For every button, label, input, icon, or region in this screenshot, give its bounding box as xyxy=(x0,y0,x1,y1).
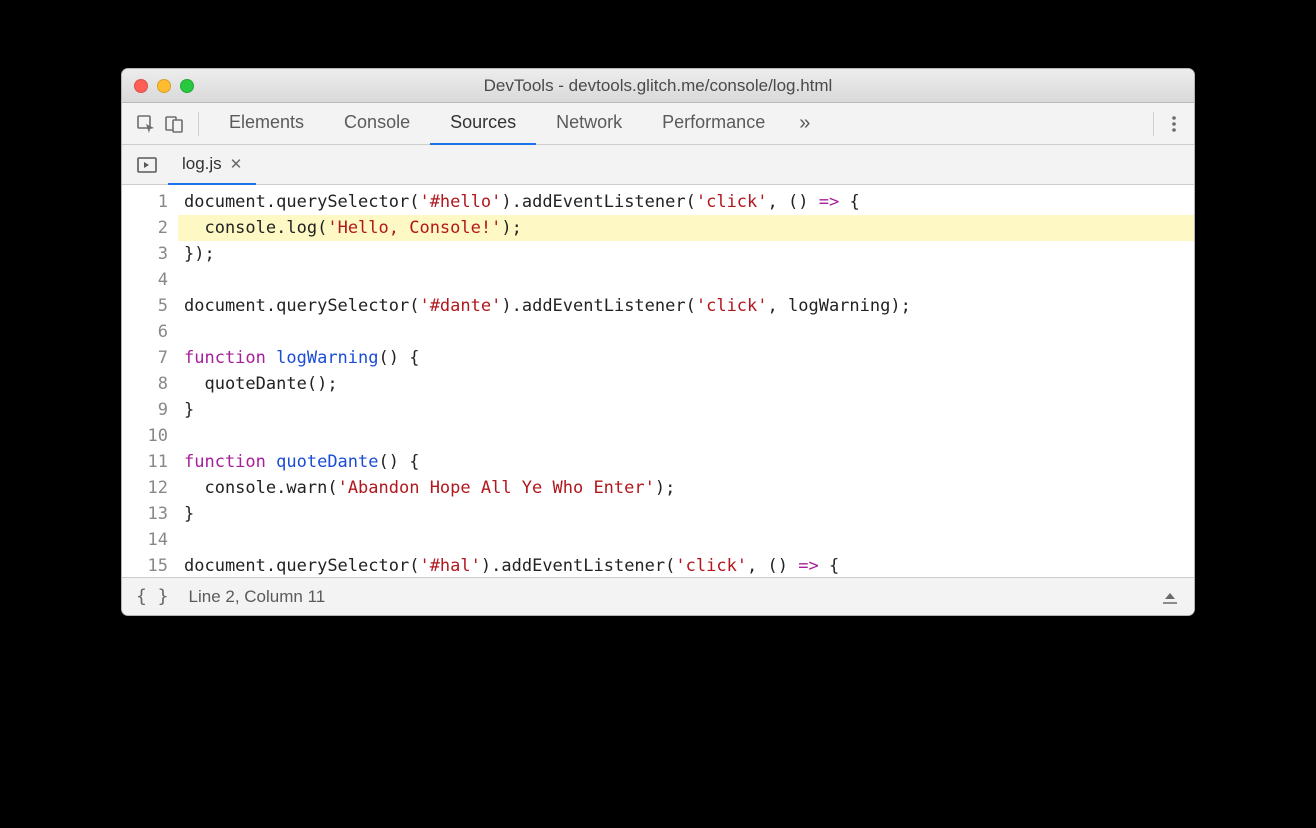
line-number[interactable]: 11 xyxy=(122,449,168,475)
code-line[interactable]: } xyxy=(178,501,1194,527)
code-line[interactable]: console.log('Hello, Console!'); xyxy=(178,215,1194,241)
line-number[interactable]: 4 xyxy=(122,267,168,293)
inspect-element-icon[interactable] xyxy=(132,110,160,138)
file-tab-label: log.js xyxy=(182,154,222,174)
cursor-position: Line 2, Column 11 xyxy=(189,587,326,607)
code-line[interactable]: function quoteDante() { xyxy=(178,449,1194,475)
minimize-window-button[interactable] xyxy=(157,79,171,93)
line-number[interactable]: 6 xyxy=(122,319,168,345)
line-number[interactable]: 14 xyxy=(122,527,168,553)
code-line[interactable] xyxy=(178,423,1194,449)
window-titlebar[interactable]: DevTools - devtools.glitch.me/console/lo… xyxy=(122,69,1194,103)
code-line[interactable]: document.querySelector('#hal').addEventL… xyxy=(178,553,1194,577)
line-number-gutter[interactable]: 123456789101112131415 xyxy=(122,185,178,577)
line-number[interactable]: 9 xyxy=(122,397,168,423)
settings-menu-button[interactable] xyxy=(1129,112,1184,136)
code-area[interactable]: document.querySelector('#hello').addEven… xyxy=(178,185,1194,577)
tab-sources[interactable]: Sources xyxy=(430,103,536,145)
window-controls xyxy=(134,79,194,93)
sources-tabbar: log.js ✕ xyxy=(122,145,1194,185)
file-tab-log-js[interactable]: log.js ✕ xyxy=(168,145,256,185)
device-toolbar-icon[interactable] xyxy=(160,110,188,138)
main-toolbar: ElementsConsoleSourcesNetworkPerformance… xyxy=(122,103,1194,145)
toolbar-separator xyxy=(198,112,199,136)
code-line[interactable] xyxy=(178,527,1194,553)
code-line[interactable] xyxy=(178,319,1194,345)
code-line[interactable]: function logWarning() { xyxy=(178,345,1194,371)
show-navigator-icon[interactable] xyxy=(132,150,162,180)
code-line[interactable]: }); xyxy=(178,241,1194,267)
tab-console[interactable]: Console xyxy=(324,103,430,145)
line-number[interactable]: 7 xyxy=(122,345,168,371)
panel-tabs: ElementsConsoleSourcesNetworkPerformance xyxy=(209,103,785,145)
line-number[interactable]: 1 xyxy=(122,189,168,215)
tab-performance[interactable]: Performance xyxy=(642,103,785,145)
tab-network[interactable]: Network xyxy=(536,103,642,145)
line-number[interactable]: 2 xyxy=(122,215,168,241)
status-bar: { } Line 2, Column 11 xyxy=(122,577,1194,615)
line-number[interactable]: 8 xyxy=(122,371,168,397)
code-editor[interactable]: 123456789101112131415 document.querySele… xyxy=(122,185,1194,577)
code-line[interactable]: } xyxy=(178,397,1194,423)
devtools-window: DevTools - devtools.glitch.me/console/lo… xyxy=(121,68,1195,616)
line-number[interactable]: 12 xyxy=(122,475,168,501)
code-line[interactable]: console.warn('Abandon Hope All Ye Who En… xyxy=(178,475,1194,501)
code-line[interactable]: quoteDante(); xyxy=(178,371,1194,397)
close-file-tab-icon[interactable]: ✕ xyxy=(230,155,243,173)
line-number[interactable]: 5 xyxy=(122,293,168,319)
toolbar-separator xyxy=(1153,112,1154,136)
code-line[interactable]: document.querySelector('#dante').addEven… xyxy=(178,293,1194,319)
line-number[interactable]: 13 xyxy=(122,501,168,527)
more-panels-button[interactable]: » xyxy=(785,112,824,135)
show-drawer-icon[interactable] xyxy=(1160,588,1180,606)
zoom-window-button[interactable] xyxy=(180,79,194,93)
code-line[interactable]: document.querySelector('#hello').addEven… xyxy=(178,189,1194,215)
tab-elements[interactable]: Elements xyxy=(209,103,324,145)
line-number[interactable]: 15 xyxy=(122,553,168,577)
close-window-button[interactable] xyxy=(134,79,148,93)
pretty-print-icon[interactable]: { } xyxy=(136,586,169,607)
line-number[interactable]: 3 xyxy=(122,241,168,267)
code-line[interactable] xyxy=(178,267,1194,293)
window-title: DevTools - devtools.glitch.me/console/lo… xyxy=(122,76,1194,96)
line-number[interactable]: 10 xyxy=(122,423,168,449)
